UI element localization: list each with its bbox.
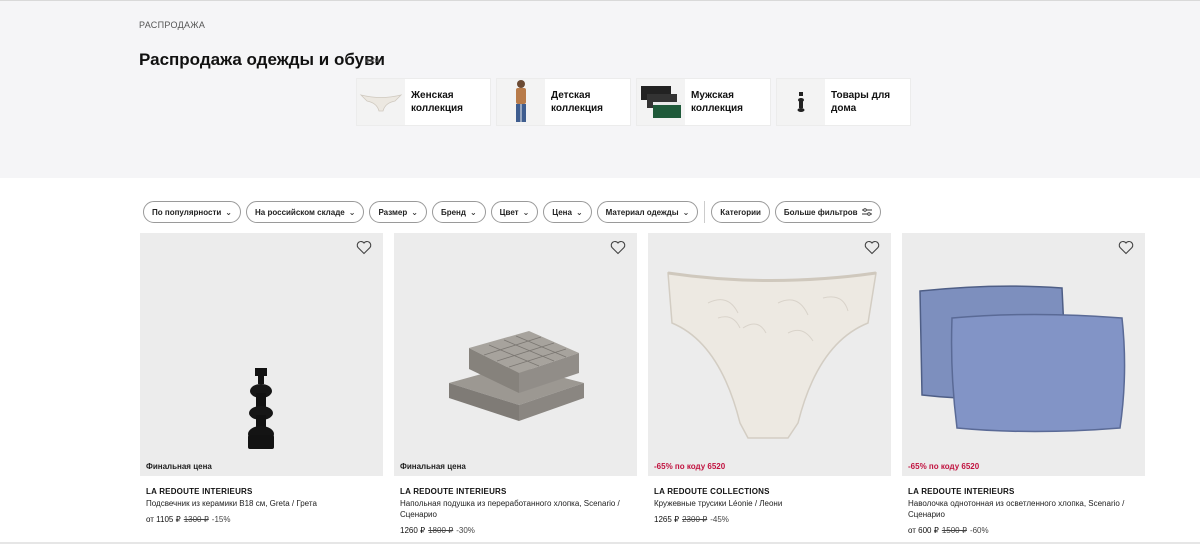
product-brand: LA REDOUTE INTERIEURS xyxy=(146,487,253,496)
product-price-row: 1265 ₽2300 ₽ -45% xyxy=(648,515,891,524)
product-price-row: от 1105 ₽1300 ₽ -15% xyxy=(140,515,383,524)
product-name[interactable]: Кружевные трусики Léonie / Леони xyxy=(648,498,891,509)
old-price: 2300 ₽ xyxy=(682,515,708,524)
chevron-down-icon: ⌄ xyxy=(682,207,690,217)
current-price: от 600 ₽ xyxy=(908,526,939,535)
filter-divider xyxy=(704,201,706,223)
product-brand: LA REDOUTE INTERIEURS xyxy=(908,487,1015,496)
current-price: 1265 ₽ xyxy=(654,515,680,524)
category-label: Мужская коллекция xyxy=(691,90,744,114)
product-image[interactable]: Финальная цена xyxy=(140,233,383,476)
categories-filter[interactable]: Категории xyxy=(711,201,770,223)
discount-badge: -15% xyxy=(211,515,231,524)
heart-icon[interactable] xyxy=(610,240,626,255)
promo-label: -65% по коду 6520 xyxy=(908,462,980,471)
lace-panties-image xyxy=(667,271,877,439)
old-price: 1800 ₽ xyxy=(428,526,454,535)
chip-label: Размер xyxy=(378,207,408,217)
promo-label: Финальная цена xyxy=(400,462,466,471)
product-price-row: от 600 ₽1500 ₽ -60% xyxy=(902,526,1145,535)
boxers-thumbnail-icon xyxy=(637,79,685,125)
product-price-row: 1260 ₽1800 ₽ -30% xyxy=(394,526,637,535)
discount-badge: -30% xyxy=(456,526,475,535)
product-card[interactable]: Финальная цена LA REDOUTE INTERIEURS Под… xyxy=(140,233,383,535)
vase-thumbnail-icon xyxy=(777,79,825,125)
chevron-down-icon: ⌄ xyxy=(348,207,356,217)
size-filter[interactable]: Размер ⌄ xyxy=(369,201,427,223)
heart-icon[interactable] xyxy=(356,240,372,255)
heart-icon[interactable] xyxy=(864,240,880,255)
category-label: Женская коллекция xyxy=(411,90,464,114)
chip-label: Бренд xyxy=(440,207,466,217)
chip-label: Цена xyxy=(552,207,572,217)
category-tile-women[interactable]: Женская коллекция xyxy=(356,78,491,126)
chevron-down-icon: ⌄ xyxy=(411,207,418,217)
chip-label: Материал одежды xyxy=(605,207,679,217)
more-filters-button[interactable]: Больше фильтров xyxy=(774,201,881,223)
category-label: Детская коллекция xyxy=(551,90,604,114)
floor-cushion-image xyxy=(449,331,584,421)
product-image[interactable]: Финальная цена xyxy=(394,233,637,476)
price-filter[interactable]: Цена ⌄ xyxy=(543,201,592,223)
chevron-down-icon: ⌄ xyxy=(469,207,477,217)
chip-label: Больше фильтров xyxy=(783,207,858,217)
current-price: от 1105 ₽ xyxy=(146,515,181,524)
discount-badge: -45% xyxy=(710,515,729,524)
heart-icon[interactable] xyxy=(1118,240,1134,255)
brand-filter[interactable]: Бренд ⌄ xyxy=(431,201,486,223)
category-tile-home[interactable]: Товары для дома xyxy=(776,78,911,126)
pillowcase-image xyxy=(919,285,1126,433)
product-image[interactable]: -65% по коду 6520 xyxy=(648,233,891,476)
product-card[interactable]: -65% по коду 6520 LA REDOUTE COLLECTIONS… xyxy=(648,233,891,535)
filter-bar: По популярности ⌄ На российском складе ⌄ Р… xyxy=(143,201,881,223)
old-price: 1300 ₽ xyxy=(183,515,209,524)
page-title: Распродажа одежды и обуви xyxy=(139,50,385,69)
chip-label: По популярности xyxy=(152,207,222,217)
category-label: Товары для дома xyxy=(831,90,891,114)
chevron-down-icon: ⌄ xyxy=(522,207,530,217)
sliders-icon xyxy=(861,208,872,216)
discount-badge: -60% xyxy=(969,526,989,535)
child-thumbnail-icon xyxy=(497,79,545,125)
chevron-down-icon: ⌄ xyxy=(225,207,232,217)
product-name[interactable]: Наволочка однотонная из осветленного хло… xyxy=(902,498,1145,520)
breadcrumb[interactable]: РАСПРОДАЖА xyxy=(139,20,205,30)
product-card[interactable]: -65% по коду 6520 LA REDOUTE INTERIEURS … xyxy=(902,233,1145,535)
old-price: 1500 ₽ xyxy=(941,526,967,535)
product-brand: LA REDOUTE INTERIEURS xyxy=(400,487,507,496)
category-tiles: Женская коллекция Детская коллекция Мужс… xyxy=(356,78,911,126)
chip-label: Категории xyxy=(720,207,761,217)
chevron-down-icon: ⌄ xyxy=(575,207,583,217)
product-image[interactable]: -65% по коду 6520 xyxy=(902,233,1145,476)
russian-warehouse-filter[interactable]: На российском складе ⌄ xyxy=(246,201,365,223)
hero-section: РАСПРОДАЖА Распродажа одежды и обуви 640… xyxy=(0,4,1200,178)
chip-label: Цвет xyxy=(499,207,519,217)
category-tile-kids[interactable]: Детская коллекция xyxy=(496,78,631,126)
promo-label: -65% по коду 6520 xyxy=(654,462,726,471)
sort-popularity-filter[interactable]: По популярности ⌄ xyxy=(143,201,241,223)
product-card[interactable]: Финальная цена LA REDOUTE INTERIEURS Нап… xyxy=(394,233,637,535)
product-brand: LA REDOUTE COLLECTIONS xyxy=(654,487,770,496)
panties-thumbnail-icon xyxy=(357,79,405,125)
color-filter[interactable]: Цвет ⌄ xyxy=(490,201,539,223)
promo-label: Финальная цена xyxy=(146,462,212,471)
category-tile-men[interactable]: Мужская коллекция xyxy=(636,78,771,126)
results-count: 6404 xyxy=(366,59,380,65)
product-name[interactable]: Подсвечник из керамики B18 см, Greta / Г… xyxy=(140,498,383,509)
chip-label: На российском складе xyxy=(255,207,345,217)
product-name[interactable]: Напольная подушка из переработанного хло… xyxy=(394,498,637,520)
current-price: 1260 ₽ xyxy=(400,526,426,535)
material-filter[interactable]: Материал одежды ⌄ xyxy=(596,201,699,223)
candle-holder-image xyxy=(248,368,274,449)
product-grid: Финальная цена LA REDOUTE INTERIEURS Под… xyxy=(140,233,1145,535)
